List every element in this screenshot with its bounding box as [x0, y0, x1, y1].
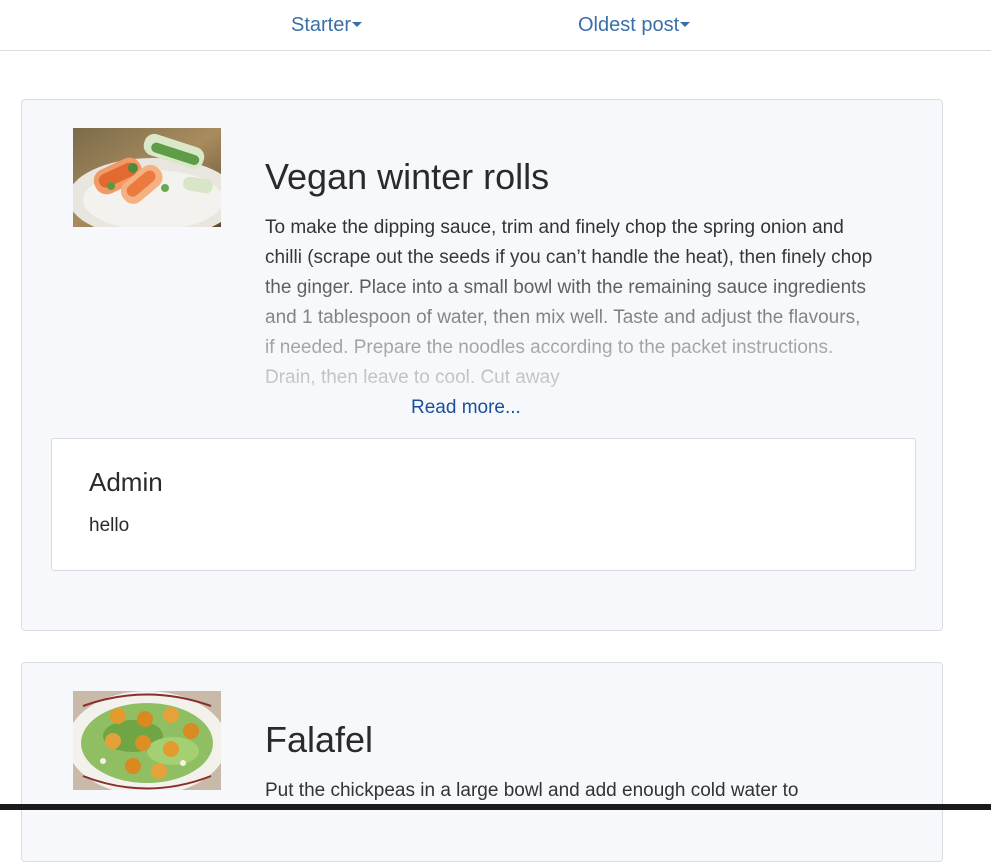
read-more-link[interactable]: Read more... [409, 393, 523, 423]
post-excerpt: Put the chickpeas in a large bowl and ad… [265, 776, 875, 816]
sort-dropdown[interactable]: Oldest post [578, 13, 691, 37]
category-dropdown[interactable]: Starter [291, 13, 363, 37]
top-filter-bar: Starter Oldest post [0, 0, 991, 51]
post-card: Vegan winter rolls To make the dipping s… [21, 99, 943, 631]
post-excerpt-text: Put the chickpeas in a large bowl and ad… [265, 780, 799, 801]
sort-dropdown-label: Oldest post [578, 14, 680, 36]
category-dropdown-label: Starter [291, 14, 352, 36]
falafel-salad-photo [73, 691, 221, 790]
comment-author: Admin [89, 467, 163, 497]
comment-text: hello [89, 515, 130, 536]
post-title[interactable]: Vegan winter rolls [265, 157, 549, 197]
caret-down-icon [680, 22, 691, 28]
comment-card: Admin hello [51, 438, 916, 571]
post-card: Falafel Put the chickpeas in a large bow… [21, 662, 943, 862]
post-title[interactable]: Falafel [265, 720, 373, 760]
post-excerpt: To make the dipping sauce, trim and fine… [265, 213, 875, 418]
post-thumbnail[interactable] [73, 128, 221, 227]
bottom-edge [0, 804, 991, 810]
spring-rolls-photo [73, 128, 221, 227]
post-thumbnail[interactable] [73, 691, 221, 790]
caret-down-icon [352, 22, 363, 28]
post-excerpt-text: To make the dipping sauce, trim and fine… [265, 217, 873, 388]
